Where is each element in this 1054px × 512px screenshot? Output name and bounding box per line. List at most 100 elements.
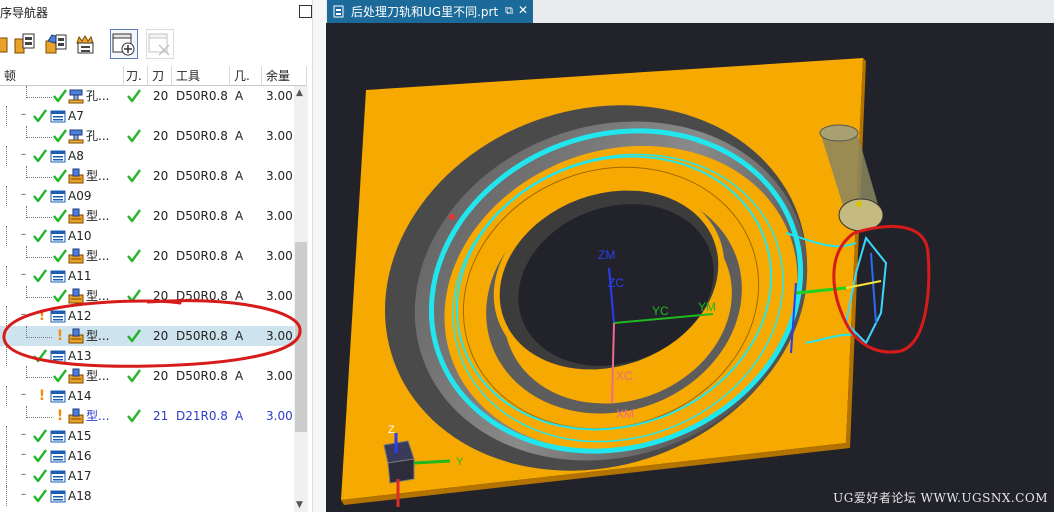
tool-name-cell: D21R0.8 — [176, 409, 228, 423]
part-file-tab-label: 后处理刀轨和UG里不同.prt — [351, 5, 499, 19]
scroll-down-icon[interactable]: ▼ — [296, 500, 303, 510]
cavity-mill-op-icon — [68, 408, 84, 424]
method-view-icon — [76, 35, 94, 54]
navigator-toolbar — [0, 24, 312, 66]
operation-navigator: 序导航器 顿 刀. 刀 工具 几. 余量 孔... 20 D50R0.8 A 3… — [0, 0, 312, 512]
program-group-label: A18 — [68, 489, 92, 503]
program-group-row[interactable]: – A18 — [0, 486, 294, 506]
program-group-icon — [50, 470, 66, 483]
tree-guide-line — [6, 486, 7, 506]
stock-cell: 3.00 — [266, 209, 293, 223]
tool-name-cell: D50R0.8 — [176, 169, 228, 183]
operation-name: 型... — [86, 209, 110, 223]
program-group-row[interactable]: – A11 — [0, 266, 294, 286]
toolpath-generated-check-icon — [127, 249, 141, 263]
collapse-node-icon[interactable]: – — [18, 150, 29, 161]
program-group-label: A8 — [68, 149, 84, 163]
complete-check-icon — [53, 249, 67, 263]
red-annotation-ellipse — [2, 299, 302, 368]
cavity-mill-op-icon — [68, 168, 84, 184]
program-group-icon — [50, 110, 66, 123]
geometry-view-button[interactable] — [42, 29, 70, 59]
3d-viewport[interactable]: ZM ZC YC YM XC XM Z Y — [326, 23, 1054, 512]
program-group-row[interactable]: – A10 — [0, 226, 294, 246]
program-group-row[interactable]: –! A14 — [0, 386, 294, 406]
tree-guide-line — [26, 417, 52, 418]
operation-row[interactable]: 孔... 20 D50R0.8 A 3.00 — [0, 86, 294, 106]
complete-check-icon — [33, 149, 47, 163]
collapse-node-icon[interactable]: – — [18, 390, 29, 401]
navigator-title-bar: 序导航器 — [0, 0, 312, 24]
axis-label-yc: YC — [652, 304, 669, 318]
collapse-node-icon[interactable]: – — [18, 270, 29, 281]
operation-row[interactable]: 型... 20 D50R0.8 A 3.00 — [0, 166, 294, 186]
expand-all-button[interactable] — [110, 29, 138, 59]
complete-check-icon — [53, 89, 67, 103]
panel-close-icon[interactable] — [299, 5, 312, 18]
collapse-all-button[interactable] — [146, 29, 174, 59]
scroll-up-icon[interactable]: ▲ — [296, 88, 303, 98]
column-tool[interactable]: 工具 — [172, 66, 230, 86]
operation-name: 型... — [86, 249, 110, 263]
collapse-node-icon[interactable]: – — [18, 450, 29, 461]
operation-row[interactable]: ! 型... 21 D21R0.8 A 3.00 — [0, 406, 294, 426]
toolpath-generated-check-icon — [127, 209, 141, 223]
collapse-node-icon[interactable]: – — [18, 190, 29, 201]
complete-check-icon — [33, 109, 47, 123]
collapse-node-icon[interactable]: – — [18, 230, 29, 241]
program-group-row[interactable]: – A15 — [0, 426, 294, 446]
operation-row[interactable]: 孔... 20 D50R0.8 A 3.00 — [0, 126, 294, 146]
tool-number-cell: 21 — [153, 409, 169, 423]
program-group-label: A16 — [68, 449, 92, 463]
program-group-row[interactable]: – A8 — [0, 146, 294, 166]
operation-row[interactable]: 型... 20 D50R0.8 A 3.00 — [0, 246, 294, 266]
tab-menu-icon[interactable]: ⧉ — [505, 4, 513, 18]
program-group-row[interactable]: – A16 — [0, 446, 294, 466]
column-geometry[interactable]: 几. — [230, 66, 262, 86]
tab-close-icon[interactable]: ✕ — [518, 3, 528, 17]
column-stock[interactable]: 余量 — [262, 66, 307, 86]
drill-op-icon — [68, 129, 84, 144]
method-view-button[interactable] — [74, 29, 102, 59]
red-marker-dot — [449, 214, 455, 220]
axis-label-xm: XM — [616, 407, 634, 421]
operation-name: 型... — [86, 409, 110, 423]
needs-regenerate-icon: ! — [56, 408, 64, 424]
axis-label-xc: XC — [616, 369, 633, 383]
graphics-window[interactable]: 后处理刀轨和UG里不同.prt ⧉ ✕ ZM ZC YC YM XC XM Z … — [326, 0, 1054, 512]
part-file-tab[interactable]: 后处理刀轨和UG里不同.prt ⧉ ✕ — [327, 0, 533, 23]
complete-check-icon — [53, 169, 67, 183]
program-group-row[interactable]: – A09 — [0, 186, 294, 206]
stock-cell: 3.00 — [266, 249, 293, 263]
operation-name: 型... — [86, 169, 110, 183]
toolpath-generated-check-icon — [127, 129, 141, 143]
cavity-mill-op-icon — [68, 208, 84, 224]
column-toolpath[interactable]: 刀. — [124, 66, 148, 86]
machine-tool-view-button[interactable] — [10, 29, 38, 59]
complete-check-icon — [53, 129, 67, 143]
collapse-node-icon[interactable]: – — [18, 470, 29, 481]
column-tool-number[interactable]: 刀 — [148, 66, 172, 86]
program-group-icon — [50, 270, 66, 283]
collapse-node-icon[interactable]: – — [18, 430, 29, 441]
tree-guide-line — [26, 177, 52, 178]
window-remove-icon — [148, 33, 170, 56]
operation-row[interactable]: 型... 20 D50R0.8 A 3.00 — [0, 206, 294, 226]
complete-check-icon — [33, 489, 47, 503]
program-group-row[interactable]: – A7 — [0, 106, 294, 126]
tool-name-cell: D50R0.8 — [176, 249, 228, 263]
program-group-icon — [50, 430, 66, 443]
tool-number-cell: 20 — [153, 169, 169, 183]
tree-guide-line — [6, 146, 7, 166]
geometry-view-icon — [45, 34, 67, 54]
collapse-node-icon[interactable]: – — [18, 110, 29, 121]
document-tab-bar: 后处理刀轨和UG里不同.prt ⧉ ✕ — [326, 0, 1054, 23]
tool-name-cell: D50R0.8 — [176, 89, 228, 103]
panel-splitter[interactable] — [312, 0, 326, 512]
program-group-row[interactable]: – A17 — [0, 466, 294, 486]
collapse-node-icon[interactable]: – — [18, 490, 29, 501]
program-group-icon — [50, 190, 66, 203]
complete-check-icon — [33, 189, 47, 203]
tree-guide-line — [6, 266, 7, 286]
column-name[interactable]: 顿 — [0, 66, 124, 86]
